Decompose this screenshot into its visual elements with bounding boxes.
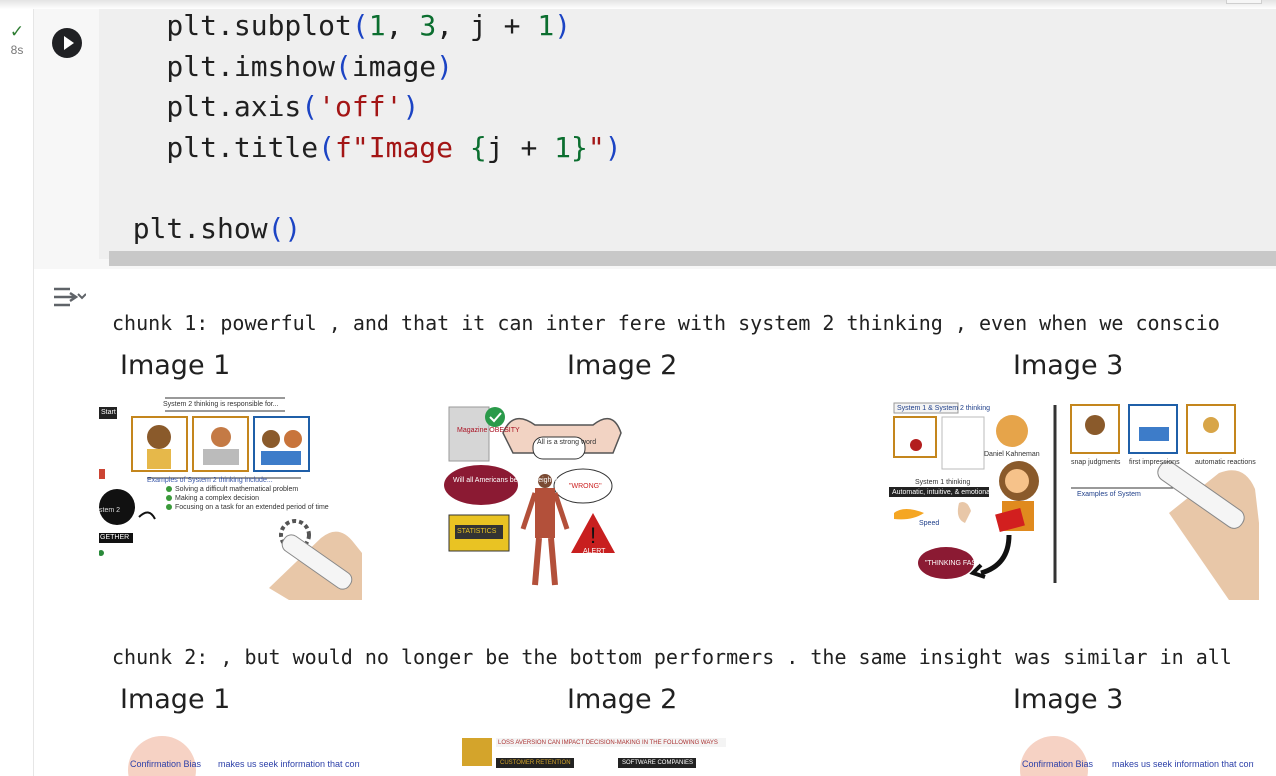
code-line: plt.imshow(image) — [99, 47, 622, 88]
thumb-label: makes us seek information that confirms … — [1112, 759, 1254, 769]
thumb-label: Solving a difficult mathematical problem — [175, 486, 299, 493]
code-token: , — [385, 9, 420, 42]
thumb-label: GETHER — [100, 534, 130, 541]
code-token: 1 — [554, 130, 572, 164]
toolbar-button[interactable] — [1226, 0, 1262, 4]
code-token: image — [351, 49, 437, 83]
code-token: ( — [318, 130, 336, 164]
code-line: plt.axis('off') — [99, 87, 622, 128]
chunk-2-image-3: Confirmation Bias makes us seek informat… — [1014, 734, 1254, 776]
thumb-label: Examples of System 2 thinking include... — [147, 477, 273, 484]
thumb-label: Automatic, intuitive, & emotional — [892, 489, 992, 496]
code-token: " — [587, 130, 605, 164]
thumb-label: CUSTOMER RETENTION — [500, 760, 571, 766]
thumb-label: System 2 thinking is responsible for... — [163, 401, 279, 408]
chunk-1-text: chunk 1: powerful , and that it can inte… — [112, 311, 1220, 335]
code-token: 1 — [368, 9, 386, 42]
chunk-2-text: chunk 2: , but would no longer be the bo… — [112, 645, 1232, 669]
thumb-label: System 1 & System 2 thinking — [897, 405, 990, 412]
thumb-label: Magazine OBESITY — [457, 427, 520, 434]
thumb-label: System 1 thinking — [915, 479, 971, 486]
code-token: 3 — [419, 9, 437, 42]
thumb-label: Daniel Kahneman — [984, 451, 1040, 458]
code-token: , j + — [436, 9, 538, 42]
code-token: ( — [301, 90, 319, 124]
chunk-1-image-1-title: Image 1 — [120, 350, 231, 381]
code-token: } — [571, 130, 588, 164]
thumb-label: Speed — [919, 520, 940, 527]
thumb-label: "WRONG" — [569, 483, 602, 490]
chunk-2-image-2-title: Image 2 — [567, 684, 678, 715]
code-token: plt.title — [99, 130, 319, 164]
code-token: f"Image — [335, 130, 470, 164]
code-token: plt.subplot — [99, 9, 352, 42]
thumb-label: Start — [101, 409, 116, 416]
horizontal-scrollbar[interactable] — [109, 251, 1276, 266]
chunk-2-image-1-title: Image 1 — [120, 684, 231, 715]
thumb-label: LOSS AVERSION CAN IMPACT DECISION-MAKING… — [498, 740, 718, 746]
code-token: plt.imshow — [99, 49, 336, 83]
chunk-1-image-3-title: Image 3 — [1013, 350, 1124, 381]
run-cell-button[interactable] — [52, 28, 82, 58]
code-line: plt.subplot(1, 3, j + 1) — [99, 6, 622, 47]
code-token: { — [469, 130, 487, 164]
output-toggle-icon[interactable] — [52, 283, 86, 311]
code-token: ( — [351, 9, 369, 42]
code-token: ) — [554, 9, 572, 42]
thumb-label: All is a strong word — [537, 439, 597, 446]
chunk-2-image-2: LOSS AVERSION CAN IMPACT DECISION-MAKING… — [458, 734, 738, 776]
chunk-1-image-3: System 1 & System 2 thinking Daniel Kahn… — [889, 393, 1259, 600]
svg-text:!: ! — [590, 523, 596, 548]
thumb-label: ALERT — [583, 548, 606, 555]
cell-gutter — [0, 9, 34, 776]
chunk-2-image-3-title: Image 3 — [1013, 684, 1124, 715]
thumb-label: first impressions — [1129, 459, 1180, 466]
code-token: plt.show — [99, 211, 268, 245]
thumb-label: Confirmation Bias — [130, 759, 202, 769]
chunk-1-image-2: ! Magazine OBESITY All is a strong word … — [443, 393, 706, 600]
code-line: plt.title(f"Image {j + 1}") — [99, 128, 622, 169]
code-token: ) — [604, 130, 622, 164]
thumb-label: automatic reactions — [1195, 459, 1256, 466]
code-token: ) — [436, 49, 454, 83]
thumb-label: stem 2 — [99, 507, 121, 514]
thumb-label: SOFTWARE COMPANIES — [622, 760, 694, 766]
chunk-2-image-1: Confirmation Bias makes us seek informat… — [120, 734, 360, 776]
execution-time: 8s — [10, 43, 24, 57]
thumb-label: Focusing on a task for an extended perio… — [175, 504, 329, 511]
code-token: ( — [335, 49, 352, 83]
thumb-label: makes us seek information that confirms … — [218, 759, 360, 769]
code-token: 1 — [537, 9, 555, 42]
thumb-label: snap judgments — [1071, 459, 1121, 466]
thumb-label: Will all Americans be overweight? — [453, 477, 558, 484]
code-token: ) — [402, 90, 420, 124]
chunk-1-image-1: System 2 thinking is responsible for... … — [99, 393, 362, 600]
thumb-label: Confirmation Bias — [1022, 759, 1094, 769]
thumb-label: "THINKING FAST" — [925, 560, 983, 567]
thumb-label: Making a complex decision — [175, 495, 260, 502]
thumb-label: STATISTICS — [457, 528, 497, 535]
chunk-1-image-2-title: Image 2 — [567, 350, 678, 381]
code-text[interactable]: plt.subplot(1, 3, j + 1) plt.imshow(imag… — [99, 6, 622, 250]
code-token: j + — [486, 130, 555, 164]
code-token: plt.axis — [99, 90, 302, 124]
execution-status: ✓ 8s — [7, 22, 27, 57]
thumb-label: Examples of System — [1077, 491, 1141, 498]
code-token: () — [267, 211, 302, 245]
check-icon: ✓ — [9, 22, 25, 41]
code-token: 'off' — [318, 90, 403, 124]
code-line: plt.show() — [99, 209, 622, 250]
